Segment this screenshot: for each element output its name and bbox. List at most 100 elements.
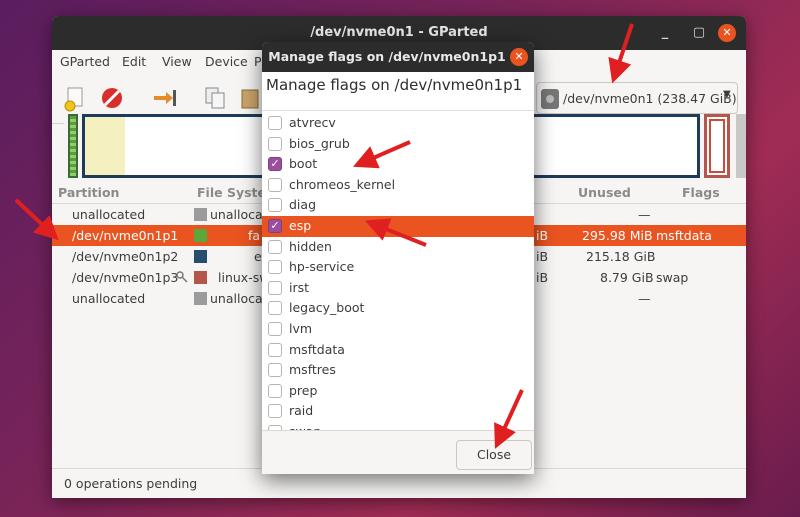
- fs-color-swatch: [194, 208, 207, 221]
- minimize-button[interactable]: _: [656, 24, 674, 42]
- partition-name: unallocated: [72, 207, 146, 222]
- menu-device[interactable]: Device: [205, 54, 248, 69]
- flag-label: boot: [289, 156, 318, 172]
- flag-checkbox[interactable]: [268, 116, 282, 130]
- flag-label: hidden: [289, 238, 332, 254]
- partition-name: unallocated: [72, 291, 146, 306]
- column-partition[interactable]: Partition: [58, 185, 119, 200]
- flag-row-boot[interactable]: ✓ boot: [262, 154, 534, 175]
- flags-value: msftdata: [656, 228, 712, 243]
- flag-checkbox[interactable]: [268, 322, 282, 336]
- flag-row-raid[interactable]: raid: [262, 401, 534, 422]
- dialog-close-icon[interactable]: ✕: [510, 48, 528, 66]
- partition-name: /dev/nvme0n1p2: [72, 249, 179, 264]
- maximize-button[interactable]: ▢: [690, 24, 708, 42]
- flag-checkbox[interactable]: [268, 301, 282, 316]
- flag-checkbox[interactable]: [268, 198, 282, 213]
- device-selector[interactable]: /dev/nvme0n1 (238.47 GiB) ▼: [536, 82, 738, 114]
- new-icon[interactable]: [62, 84, 90, 112]
- size-tail: iB: [536, 228, 549, 243]
- unused-value: 215.18 GiB: [586, 249, 656, 264]
- flag-row-msftres[interactable]: msftres: [262, 360, 534, 381]
- flag-list: atvrecv bios_grub ✓ boot chromeos_kerneldiag…: [262, 110, 534, 440]
- fs-name: e: [254, 249, 262, 264]
- arrow-to-partition: [14, 198, 59, 241]
- flag-label: raid: [289, 403, 314, 419]
- flag-checkbox[interactable]: [268, 280, 282, 295]
- disk-segment-p3[interactable]: [704, 114, 730, 178]
- menu-edit[interactable]: Edit: [122, 54, 146, 69]
- dialog-titlebar[interactable]: Manage flags on /dev/nvme0n1p1 ✕: [262, 42, 534, 72]
- window-close-button[interactable]: ✕: [718, 24, 736, 42]
- menu-view[interactable]: View: [162, 54, 192, 69]
- flag-checkbox[interactable]: [268, 383, 282, 398]
- used-space-fill: [85, 117, 125, 175]
- dialog-title: Manage flags on /dev/nvme0n1p1: [268, 49, 506, 64]
- disk-segment-p1-small[interactable]: [68, 114, 78, 178]
- flag-label: hp-service: [289, 259, 355, 275]
- flag-label: chromeos_kernel: [289, 176, 396, 192]
- flag-row-irst[interactable]: irst: [262, 278, 534, 299]
- flag-label: legacy_boot: [289, 300, 365, 316]
- unused-value: 295.98 MiB: [582, 228, 653, 243]
- dialog-footer: Close: [262, 430, 534, 474]
- flag-row-esp[interactable]: ✓ esp: [262, 216, 534, 237]
- chevron-down-icon: ▼: [723, 89, 731, 100]
- resize-move-icon[interactable]: [150, 84, 178, 112]
- dialog-heading: Manage flags on /dev/nvme0n1p1: [266, 76, 523, 94]
- flag-row-hidden[interactable]: hidden: [262, 237, 534, 258]
- flag-checkbox[interactable]: [268, 136, 282, 151]
- size-tail: iB: [536, 249, 549, 264]
- flag-row-diag[interactable]: diag: [262, 195, 534, 216]
- key-icon: [176, 271, 188, 283]
- delete-icon[interactable]: [98, 84, 126, 112]
- disk-graphic-scrollbar[interactable]: [736, 114, 746, 178]
- fs-name: fa: [248, 228, 261, 243]
- fs-color-swatch: [194, 271, 207, 284]
- unused-value: —: [638, 291, 651, 306]
- fs-color-swatch: [194, 292, 207, 305]
- flag-row-legacy_boot[interactable]: legacy_boot: [262, 298, 534, 319]
- flag-checkbox[interactable]: ✓: [268, 219, 282, 233]
- column-flags[interactable]: Flags: [682, 185, 720, 200]
- flag-checkbox[interactable]: ✓: [268, 157, 282, 172]
- paste-icon[interactable]: [236, 84, 264, 112]
- unused-value: 8.79 GiB: [600, 270, 654, 285]
- flags-value: swap: [656, 270, 689, 285]
- flag-row-lvm[interactable]: lvm: [262, 319, 534, 340]
- flag-row-msftdata[interactable]: msftdata: [262, 340, 534, 361]
- flag-label: msftres: [289, 362, 336, 378]
- flag-row-hp-service[interactable]: hp-service: [262, 257, 534, 278]
- flag-label: lvm: [289, 321, 313, 336]
- flag-checkbox[interactable]: [268, 177, 282, 192]
- close-button[interactable]: Close: [456, 440, 532, 470]
- flag-label: diag: [289, 197, 317, 213]
- manage-flags-dialog: Manage flags on /dev/nvme0n1p1 ✕ Manage …: [262, 42, 534, 474]
- menu-partition[interactable]: P: [254, 54, 262, 69]
- flag-row-bios_grub[interactable]: bios_grub: [262, 134, 534, 155]
- disk-icon: [541, 89, 559, 109]
- flag-label: bios_grub: [289, 135, 350, 151]
- device-label: /dev/nvme0n1 (238.47 GiB): [563, 91, 737, 106]
- flag-label: atvrecv: [289, 115, 336, 130]
- flag-label: msftdata: [289, 341, 345, 357]
- column-unused[interactable]: Unused: [578, 185, 631, 200]
- fs-color-swatch: [194, 229, 207, 242]
- partition-name: /dev/nvme0n1p3: [72, 270, 179, 285]
- flag-checkbox[interactable]: [268, 260, 282, 275]
- flag-row-prep[interactable]: prep: [262, 381, 534, 402]
- copy-icon[interactable]: [202, 84, 230, 112]
- flag-checkbox[interactable]: [268, 404, 282, 419]
- size-tail: iB: [536, 270, 549, 285]
- status-text: 0 operations pending: [64, 476, 198, 491]
- flag-row-chromeos_kernel[interactable]: chromeos_kernel: [262, 175, 534, 196]
- unused-value: —: [638, 207, 651, 222]
- flag-label: esp: [289, 218, 312, 233]
- flag-checkbox[interactable]: [268, 239, 282, 254]
- flag-label: irst: [289, 279, 310, 295]
- menu-gparted[interactable]: GParted: [60, 54, 110, 69]
- flag-checkbox[interactable]: [268, 363, 282, 378]
- partition-name: /dev/nvme0n1p1: [72, 228, 179, 243]
- flag-checkbox[interactable]: [268, 342, 282, 357]
- flag-row-atvrecv[interactable]: atvrecv: [262, 113, 534, 134]
